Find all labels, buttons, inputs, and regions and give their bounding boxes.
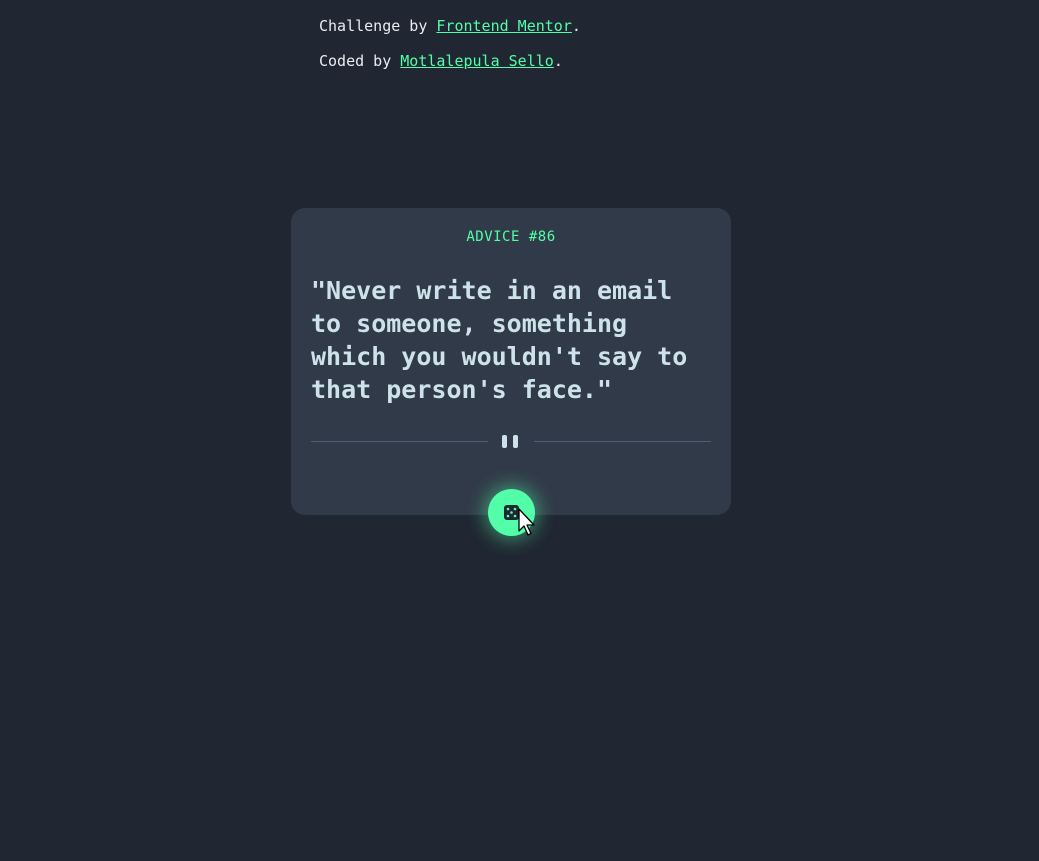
divider: [311, 434, 711, 450]
frontend-mentor-link[interactable]: Frontend Mentor: [436, 17, 571, 35]
dice-icon: [504, 505, 519, 520]
advice-card: ADVICE #86 "Never write in an email to s…: [291, 208, 731, 515]
challenge-credit: Challenge by Frontend Mentor.: [319, 16, 581, 36]
coded-suffix: .: [553, 52, 563, 70]
challenge-suffix: .: [571, 17, 581, 35]
challenge-prefix: Challenge by: [319, 17, 437, 35]
divider-line-left: [311, 441, 488, 442]
attribution: Challenge by Frontend Mentor. Coded by M…: [319, 16, 581, 86]
generate-advice-button[interactable]: [488, 489, 535, 536]
divider-line-right: [534, 441, 711, 442]
advice-text: "Never write in an email to someone, som…: [311, 276, 688, 404]
pause-divider-icon: [501, 434, 521, 449]
author-link[interactable]: Motlalepula Sello: [400, 52, 554, 70]
advice-id: ADVICE #86: [466, 229, 556, 245]
coded-prefix: Coded by: [319, 52, 401, 70]
coder-credit: Coded by Motlalepula Sello.: [319, 51, 581, 71]
